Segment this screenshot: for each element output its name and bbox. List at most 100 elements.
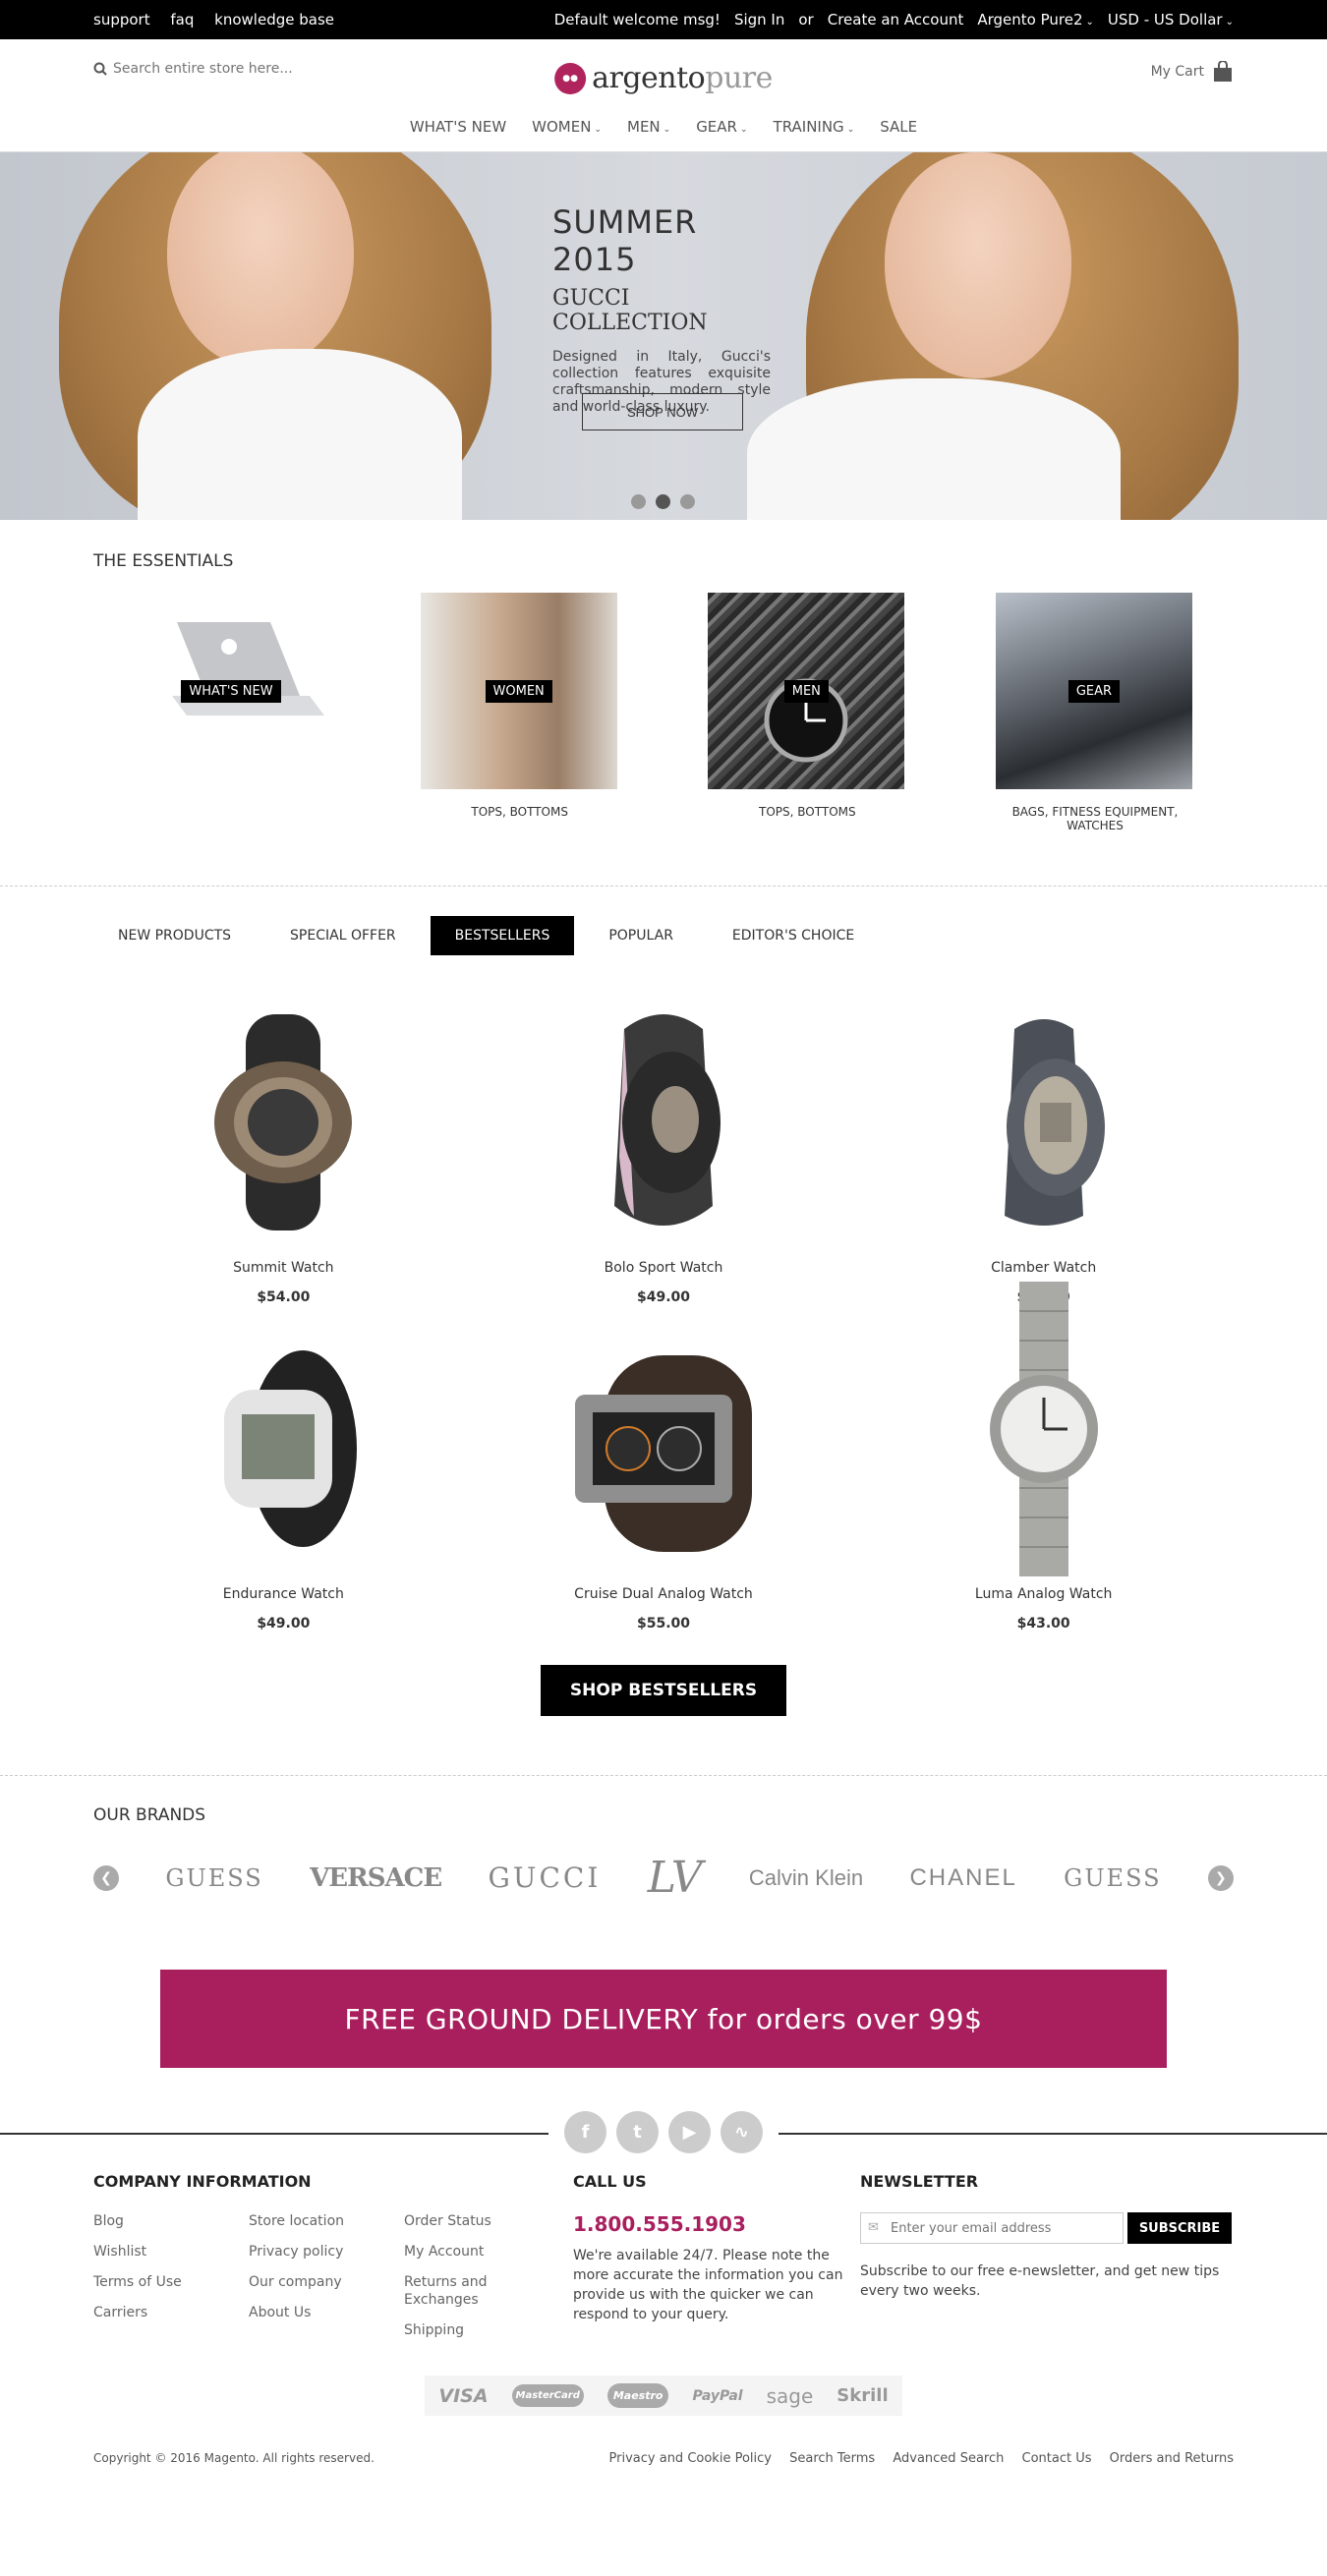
product-image[interactable] <box>93 1331 474 1567</box>
bottom-link[interactable]: Orders and Returns <box>1110 2451 1234 2466</box>
call-us-text: We're available 24/7. Please note the mo… <box>573 2248 843 2322</box>
products-section: NEW PRODUCTS SPECIAL OFFER BESTSELLERS P… <box>93 916 1234 1716</box>
footer-link[interactable]: My Account <box>404 2243 551 2261</box>
brand-logo[interactable]: LV <box>648 1853 703 1903</box>
chevron-right-icon[interactable]: ❯ <box>1207 1864 1234 1891</box>
newsletter-email-input[interactable] <box>860 2212 1124 2244</box>
product-image[interactable] <box>474 1004 854 1240</box>
search-input[interactable] <box>113 61 369 77</box>
chevron-left-icon[interactable]: ❮ <box>93 1864 119 1891</box>
youtube-icon[interactable]: ▶ <box>668 2111 711 2153</box>
logo[interactable]: ●● argento pure <box>554 61 773 95</box>
brand-logo[interactable]: VERSACE <box>310 1863 442 1893</box>
footer-link[interactable]: Carriers <box>93 2304 249 2321</box>
chevron-down-icon: ⌄ <box>739 125 748 135</box>
product-image[interactable] <box>93 1004 474 1240</box>
support-link[interactable]: support <box>93 11 150 29</box>
nav-item-training[interactable]: TRAINING ⌄ <box>774 118 855 136</box>
twitter-icon[interactable]: t <box>616 2111 659 2153</box>
slider-dot-active[interactable] <box>656 494 670 509</box>
shop-now-button[interactable]: SHOP NOW <box>582 393 743 430</box>
tab-popular[interactable]: POPULAR <box>584 916 698 955</box>
tab-new-products[interactable]: NEW PRODUCTS <box>93 916 256 955</box>
bottom-link[interactable]: Search Terms <box>789 2451 875 2466</box>
currency-switcher[interactable]: USD - US Dollar ⌄ <box>1108 11 1234 29</box>
nav-item-men[interactable]: MEN ⌄ <box>627 118 670 136</box>
sign-in-link[interactable]: Sign In <box>734 11 784 29</box>
footer-link[interactable]: Terms of Use <box>93 2273 249 2291</box>
nav-item-sale[interactable]: SALE <box>880 118 917 136</box>
slider-dot[interactable] <box>680 494 695 509</box>
product-image[interactable] <box>853 1004 1234 1240</box>
category-gear[interactable]: GEAR BAGS, FITNESS EQUIPMENT, WATCHES <box>995 593 1194 832</box>
product-card[interactable]: Summit Watch $54.00 <box>93 1004 474 1305</box>
call-us: CALL US 1.800.555.1903 We're available 2… <box>573 2172 860 2352</box>
nav-item-whats-new[interactable]: WHAT'S NEW <box>410 118 506 136</box>
product-name[interactable]: Summit Watch <box>93 1260 474 1276</box>
knowledge-base-link[interactable]: knowledge base <box>214 11 334 29</box>
tab-special-offer[interactable]: SPECIAL OFFER <box>265 916 421 955</box>
product-card[interactable]: Bolo Sport Watch $49.00 <box>474 1004 854 1305</box>
logo-mark-icon: ●● <box>554 62 587 94</box>
product-name[interactable]: Bolo Sport Watch <box>474 1260 854 1276</box>
nav-item-women[interactable]: WOMEN ⌄ <box>532 118 602 136</box>
footer-link[interactable]: Store location <box>249 2212 404 2230</box>
subscribe-button[interactable]: SUBSCRIBE <box>1127 2212 1232 2244</box>
top-bar: support faq knowledge base Default welco… <box>0 0 1327 39</box>
store-label: Argento Pure2 <box>977 11 1083 29</box>
footer-link[interactable]: Shipping <box>404 2321 551 2339</box>
footer: COMPANY INFORMATION Blog Wishlist Terms … <box>93 2172 1234 2466</box>
footer-link[interactable]: Blog <box>93 2212 249 2230</box>
welcome-message: Default welcome msg! <box>553 11 721 29</box>
product-price: $54.00 <box>257 1289 311 1305</box>
bottom-link[interactable]: Advanced Search <box>893 2451 1004 2466</box>
footer-link[interactable]: Wishlist <box>93 2243 249 2261</box>
tab-editors-choice[interactable]: EDITOR'S CHOICE <box>708 916 879 955</box>
laptop-image: WHAT'S NEW <box>133 593 329 789</box>
product-name[interactable]: Cruise Dual Analog Watch <box>474 1586 854 1602</box>
product-image[interactable] <box>853 1282 1234 1576</box>
product-image[interactable] <box>474 1331 854 1567</box>
product-name[interactable]: Endurance Watch <box>93 1586 474 1602</box>
store-switcher[interactable]: Argento Pure2 ⌄ <box>977 11 1094 29</box>
brand-logo[interactable]: GUESS <box>1064 1864 1161 1892</box>
footer-heading: COMPANY INFORMATION <box>93 2172 312 2191</box>
footer-link[interactable]: About Us <box>249 2304 404 2321</box>
category-whats-new[interactable]: WHAT'S NEW <box>133 593 331 832</box>
product-card[interactable]: Luma Analog Watch $43.00 <box>853 1282 1234 1631</box>
cart-link[interactable]: My Cart <box>1151 61 1234 83</box>
faq-link[interactable]: faq <box>170 11 194 29</box>
category-women[interactable]: WOMEN TOPS, BOTTOMS <box>420 593 619 832</box>
product-card[interactable]: Cruise Dual Analog Watch $55.00 <box>474 1331 854 1631</box>
brand-logo[interactable]: GUCCI <box>489 1861 602 1894</box>
tab-bestsellers[interactable]: BESTSELLERS <box>430 916 575 955</box>
bottom-link[interactable]: Privacy and Cookie Policy <box>609 2451 772 2466</box>
brand-logo[interactable]: Calvin Klein <box>749 1865 863 1891</box>
bottom-link[interactable]: Contact Us <box>1022 2451 1092 2466</box>
product-grid: Summit Watch $54.00 Bolo Sport Watch $49… <box>93 1004 1234 1631</box>
category-subtitle: BAGS, FITNESS EQUIPMENT, WATCHES <box>1011 805 1179 832</box>
footer-link[interactable]: Order Status <box>404 2212 551 2230</box>
nav-label: MEN <box>627 118 661 136</box>
rss-icon[interactable]: ∿ <box>721 2111 763 2153</box>
slider-dot[interactable] <box>631 494 646 509</box>
facebook-icon[interactable]: f <box>564 2111 606 2153</box>
product-card[interactable]: Endurance Watch $49.00 <box>93 1331 474 1631</box>
main-nav: WHAT'S NEW WOMEN ⌄ MEN ⌄ GEAR ⌄ TRAINING ⌄ S… <box>93 118 1234 136</box>
section-title: THE ESSENTIALS <box>93 551 234 571</box>
footer-link[interactable]: Privacy policy <box>249 2243 404 2261</box>
product-card[interactable]: Clamber Watch $54.00 <box>853 1004 1234 1305</box>
product-name[interactable]: Clamber Watch <box>853 1260 1234 1276</box>
chevron-down-icon: ⌄ <box>1085 17 1094 28</box>
category-men[interactable]: MEN TOPS, BOTTOMS <box>708 593 906 832</box>
create-account-link[interactable]: Create an Account <box>828 11 964 29</box>
brand-logo[interactable]: CHANEL <box>909 1864 1016 1892</box>
footer-link[interactable]: Our company <box>249 2273 404 2291</box>
product-name[interactable]: Luma Analog Watch <box>853 1586 1234 1602</box>
footer-link[interactable]: Returns and Exchanges <box>404 2273 502 2309</box>
phone-number[interactable]: 1.800.555.1903 <box>573 2212 860 2236</box>
free-delivery-banner[interactable]: FREE GROUND DELIVERY for orders over 99$ <box>160 1970 1167 2068</box>
nav-item-gear[interactable]: GEAR ⌄ <box>696 118 747 136</box>
brand-logo[interactable]: GUESS <box>165 1864 262 1892</box>
shop-bestsellers-button[interactable]: SHOP BESTSELLERS <box>541 1665 786 1716</box>
